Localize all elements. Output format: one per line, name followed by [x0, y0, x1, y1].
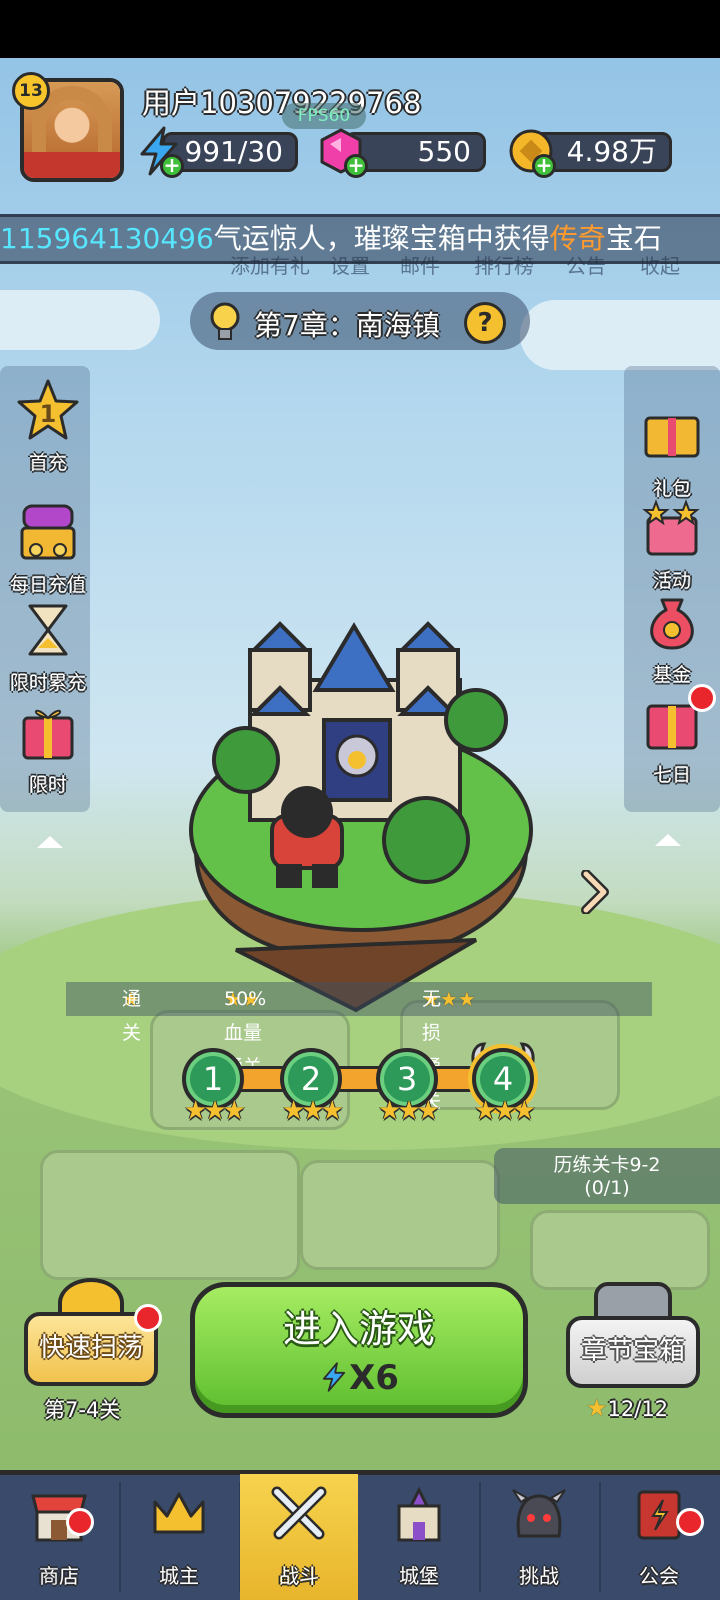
sidebar-label: 活动 [652, 570, 691, 592]
stage-1-stars: ★★★ [184, 1096, 246, 1126]
nav-label: 城主 [159, 1564, 199, 1588]
nav-tab-guild[interactable]: 公会 [600, 1474, 718, 1600]
shop-alert-dot [66, 1508, 94, 1536]
ticker-message: 气运惊人，璀璨宝箱中获得 [213, 222, 550, 255]
background-cloud [0, 290, 160, 350]
castle-island[interactable] [176, 620, 536, 1020]
game-screen: 13 用户103079229768 FPS60 991/30 + 550 + 4… [0, 0, 720, 1600]
next-chapter-arrow-icon[interactable] [580, 870, 610, 914]
star-icon: ★ [586, 1394, 608, 1422]
ticker-suffix: 宝石 [605, 222, 662, 255]
chapter-chest-count: 12/12 [607, 1397, 669, 1421]
background-rock [300, 1160, 500, 1270]
svg-text:1: 1 [40, 400, 57, 428]
stage-3-stars: ★★★ [378, 1096, 440, 1126]
stage-4-stars: ★★★ [474, 1096, 536, 1126]
add-gems-button[interactable]: + [344, 154, 368, 178]
treasure-chest-icon [20, 504, 76, 560]
crossed-swords-icon [271, 1486, 327, 1540]
hourglass-icon [28, 604, 68, 656]
chapter-title: 第7章：南海镇 [254, 309, 440, 342]
chapter-chest-button[interactable]: 章节宝箱 [566, 1316, 700, 1388]
enter-game-cost-value: X6 [349, 1358, 399, 1398]
player-level-badge: 13 [12, 72, 50, 110]
ticker-player-id: 115964130496 [0, 222, 214, 255]
castle-icon [397, 1486, 441, 1542]
stage-2-stars: ★★★ [282, 1096, 344, 1126]
sidebar-label: 限时累充 [9, 672, 86, 694]
sidebar-label: 每日充值 [9, 574, 86, 596]
help-button[interactable]: ? [464, 302, 506, 344]
crown-icon [153, 1492, 205, 1534]
guild-alert-dot [676, 1508, 704, 1536]
trial-stage-title: 历练关卡9-2 [553, 1154, 661, 1176]
lightning-icon [322, 1362, 346, 1392]
gift-pack-icon [644, 416, 700, 458]
legend-one-star: 通关 [122, 988, 142, 1044]
nav-label: 城堡 [399, 1564, 439, 1588]
nav-label: 挑战 [519, 1564, 559, 1588]
nav-tab-shop[interactable]: 商店 [0, 1474, 118, 1600]
quick-sweep-stage: 第7-4关 [44, 1398, 121, 1422]
nav-label: 战斗 [279, 1564, 319, 1588]
nav-label: 商店 [39, 1564, 79, 1588]
sidebar-item-fund[interactable]: 基金 [624, 590, 720, 687]
sidebar-label: 七日 [652, 764, 691, 786]
add-energy-button[interactable]: + [160, 154, 184, 178]
sidebar-item-limited[interactable]: 限时 [0, 700, 96, 797]
sidebar-label: 首充 [28, 452, 67, 474]
sidebar-item-first-recharge[interactable]: 1 首充 [0, 378, 96, 475]
seven-day-alert-dot [688, 684, 716, 712]
announcement-ticker: 115964130496气运惊人，璀璨宝箱中获得传奇宝石 [0, 214, 720, 264]
sidebar-item-limited-cumulative[interactable]: 限时累充 [0, 598, 96, 695]
nav-tab-challenge[interactable]: 挑战 [480, 1474, 598, 1600]
nav-tab-lord[interactable]: 城主 [120, 1474, 238, 1600]
system-status-bar [0, 0, 720, 58]
trial-stage-progress: (0/1) [584, 1177, 630, 1199]
quick-sweep-alert-dot [134, 1304, 162, 1332]
sidebar-item-events[interactable]: 活动 [624, 496, 720, 593]
star-1-icon: 1 [17, 379, 79, 440]
chapter-chest-progress: ★12/12 [586, 1394, 668, 1422]
nav-tab-castle[interactable]: 城堡 [360, 1474, 478, 1600]
background-rock [530, 1210, 710, 1290]
nav-tab-battle[interactable]: 战斗 [240, 1474, 358, 1600]
sidebar-item-gift-pack[interactable]: 礼包 [624, 404, 720, 501]
ticker-highlight: 传奇 [549, 222, 606, 255]
lightbulb-icon [210, 302, 240, 340]
money-bag-icon [650, 598, 694, 650]
sidebar-label: 限时 [28, 774, 67, 796]
enter-game-cost: X6 [190, 1358, 528, 1398]
left-sidebar-expand-icon[interactable] [37, 836, 63, 848]
enter-game-label: 进入游戏 [282, 1307, 435, 1351]
gift-box-icon [22, 709, 74, 760]
background-rock [40, 1150, 300, 1280]
star-rating-legend: ★ 通关 ★★ 50%血量通关 ★★★ 无损通关 [66, 982, 652, 1112]
sidebar-item-daily-recharge[interactable]: 每日充值 [0, 500, 96, 597]
background-cloud [520, 300, 720, 370]
nav-label: 公会 [639, 1564, 679, 1588]
sidebar-label: 基金 [652, 664, 691, 686]
add-gold-button[interactable]: + [532, 154, 556, 178]
right-sidebar-expand-icon[interactable] [655, 834, 681, 846]
demon-helmet-icon [512, 1489, 566, 1538]
event-gift-icon [642, 499, 700, 556]
stage-path [210, 1066, 510, 1092]
trial-stage-panel[interactable]: 历练关卡9-2 (0/1) [494, 1148, 720, 1204]
